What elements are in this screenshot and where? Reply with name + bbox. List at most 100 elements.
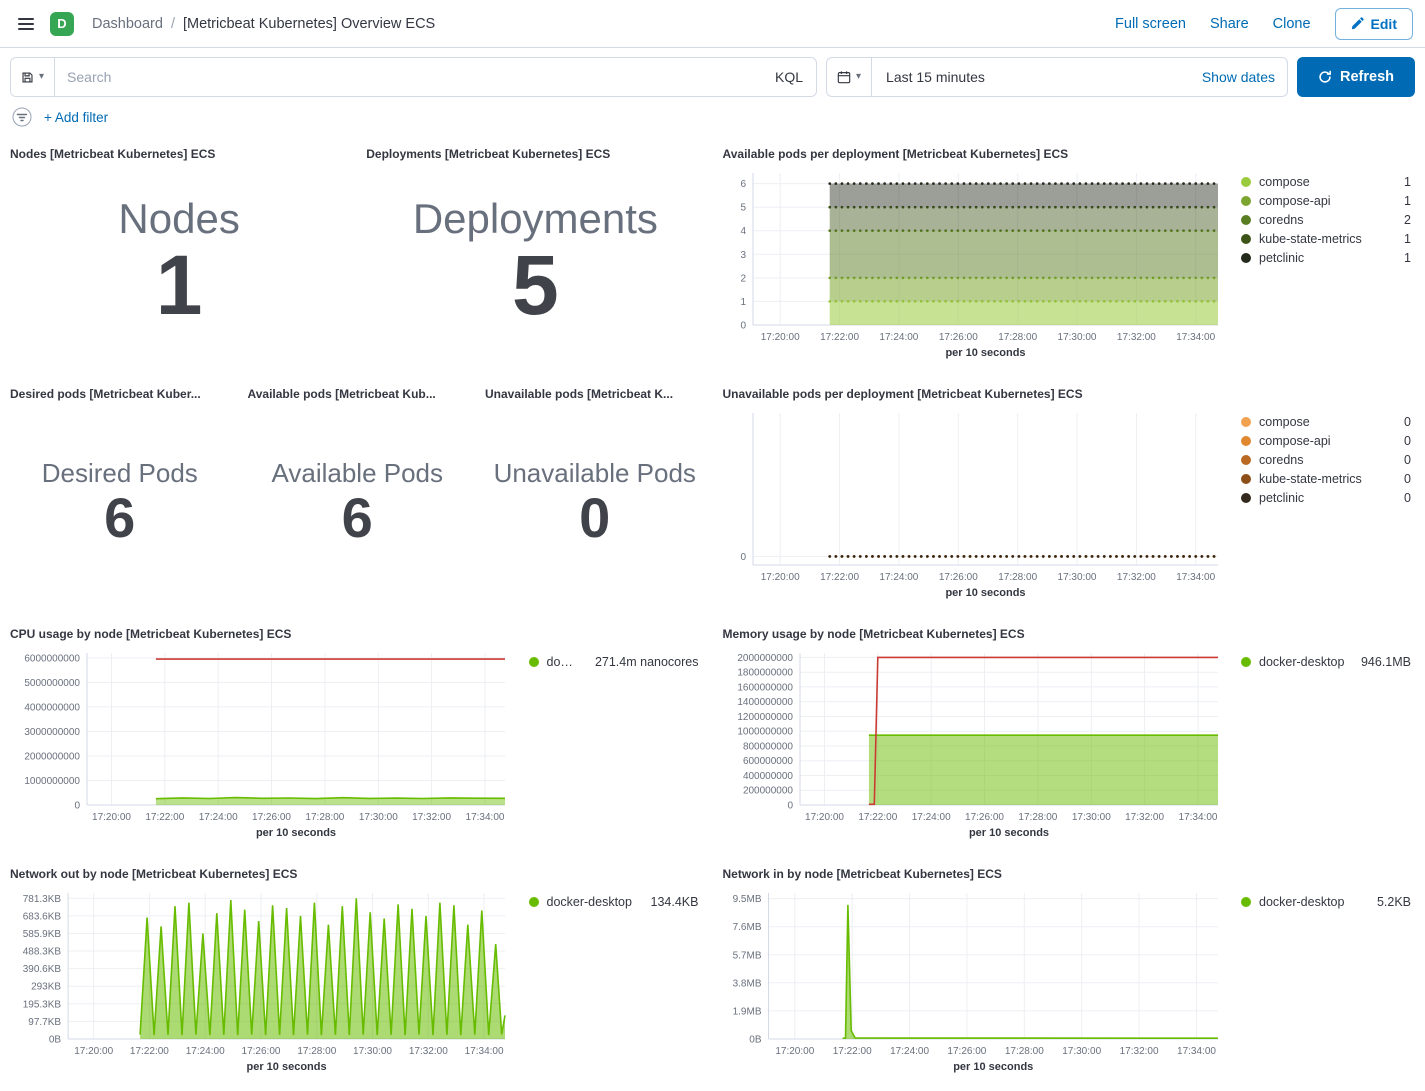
- svg-text:2000000000: 2000000000: [737, 653, 793, 664]
- svg-text:0: 0: [74, 801, 80, 812]
- svg-text:1600000000: 1600000000: [737, 682, 793, 693]
- legend-item-docker-desktop[interactable]: docker-desktop946.1MB: [1241, 655, 1411, 669]
- time-range-label[interactable]: Last 15 minutes: [872, 69, 999, 85]
- metric-value: 5: [512, 243, 559, 329]
- panel-title-available-pods-per-deployment[interactable]: Available pods per deployment [Metricbea…: [723, 145, 1418, 163]
- svg-text:683.6KB: 683.6KB: [23, 911, 62, 922]
- svg-text:per 10 seconds: per 10 seconds: [247, 1061, 327, 1073]
- nodes-metric: Nodes 1: [10, 163, 348, 377]
- full-screen-link[interactable]: Full screen: [1115, 16, 1186, 32]
- svg-text:17:34:00: 17:34:00: [1176, 572, 1215, 583]
- legend-series-name: compose-api: [1259, 194, 1331, 208]
- svg-text:17:26:00: 17:26:00: [242, 1046, 281, 1057]
- legend-item-docker-desktop[interactable]: docker-desktop5.2KB: [1241, 895, 1411, 909]
- svg-text:17:22:00: 17:22:00: [130, 1046, 169, 1057]
- share-link[interactable]: Share: [1210, 16, 1249, 32]
- legend-item-docker-desktop[interactable]: docker-desktop271.4m nanocores: [529, 655, 699, 669]
- unavailable-pods-per-deployment-chart: 17:20:0017:22:0017:24:0017:26:0017:28:00…: [723, 403, 1230, 601]
- svg-text:17:34:00: 17:34:00: [1176, 332, 1215, 343]
- panel-title-network-out[interactable]: Network out by node [Metricbeat Kubernet…: [10, 865, 705, 883]
- legend-item-petclinic[interactable]: petclinic0: [1241, 491, 1411, 505]
- legend-color-dot: [1241, 436, 1251, 446]
- chart-legend: compose1 compose-api 1 coredns 2 kube-state-m…: [1229, 163, 1417, 377]
- legend-color-dot: [1241, 455, 1251, 465]
- saved-query-button[interactable]: ▾: [11, 58, 55, 96]
- svg-text:17:22:00: 17:22:00: [820, 572, 859, 583]
- legend-series-name: compose-api: [1259, 434, 1331, 448]
- chart-svg: 17:20:0017:22:0017:24:0017:26:0017:28:00…: [10, 643, 517, 841]
- legend-series-name: compose: [1259, 175, 1310, 189]
- breadcrumb-dashboard[interactable]: Dashboard: [92, 16, 163, 32]
- deployments-metric: Deployments 5: [366, 163, 704, 377]
- panel-title-network-in[interactable]: Network in by node [Metricbeat Kubernete…: [723, 865, 1418, 883]
- legend-item-coredns[interactable]: coredns0: [1241, 453, 1411, 467]
- svg-text:17:26:00: 17:26:00: [252, 812, 291, 823]
- legend-item-compose[interactable]: compose1: [1241, 175, 1411, 189]
- legend-item-compose-api[interactable]: compose-api 1: [1241, 194, 1411, 208]
- panel-title-memory-usage[interactable]: Memory usage by node [Metricbeat Kuberne…: [723, 625, 1418, 643]
- legend-item-compose-api[interactable]: compose-api0: [1241, 434, 1411, 448]
- svg-text:17:20:00: 17:20:00: [74, 1046, 113, 1057]
- legend-color-dot: [529, 657, 539, 667]
- panel-title-cpu-usage[interactable]: CPU usage by node [Metricbeat Kubernetes…: [10, 625, 705, 643]
- legend-series-name: coredns: [1259, 213, 1303, 227]
- panel-deployments: Deployments [Metricbeat Kubernetes] ECS …: [356, 137, 712, 377]
- svg-text:400000000: 400000000: [742, 771, 792, 782]
- legend-item-petclinic[interactable]: petclinic1: [1241, 251, 1411, 265]
- edit-button-label: Edit: [1371, 16, 1397, 32]
- clone-link[interactable]: Clone: [1273, 16, 1311, 32]
- panel-title-unavailable-pods-per-deployment[interactable]: Unavailable pods per deployment [Metricb…: [723, 385, 1418, 403]
- legend-item-kube-state-metrics[interactable]: kube-state-metrics1: [1241, 232, 1411, 246]
- add-filter-link[interactable]: + Add filter: [44, 110, 108, 125]
- panel-title-available-pods[interactable]: Available pods [Metricbeat Kub...: [248, 385, 468, 403]
- dashboard-row-2: Desired pods [Metricbeat Kuber... Desire…: [0, 377, 1425, 617]
- svg-text:0B: 0B: [49, 1035, 62, 1046]
- svg-text:6: 6: [740, 179, 746, 190]
- desired-pods-metric: Desired Pods 6: [10, 403, 230, 617]
- legend-item-kube-state-metrics[interactable]: kube-state-metrics0: [1241, 472, 1411, 486]
- dashboard: Nodes [Metricbeat Kubernetes] ECS Nodes …: [0, 133, 1425, 1084]
- calendar-button[interactable]: ▾: [827, 58, 872, 96]
- svg-text:293KB: 293KB: [31, 982, 61, 993]
- legend-series-value: 5.2KB: [1369, 895, 1411, 909]
- menu-button[interactable]: [12, 11, 40, 37]
- panel-title-nodes[interactable]: Nodes [Metricbeat Kubernetes] ECS: [10, 145, 348, 163]
- legend-series-value: 134.4KB: [643, 895, 699, 909]
- legend-series-value: 1: [1396, 194, 1411, 208]
- legend-item-coredns[interactable]: coredns 2: [1241, 213, 1411, 227]
- panel-cpu-usage: CPU usage by node [Metricbeat Kubernetes…: [0, 617, 713, 857]
- legend-color-dot: [1241, 253, 1251, 263]
- header-actions: Full screen Share Clone Edit: [1115, 8, 1413, 40]
- svg-text:17:32:00: 17:32:00: [409, 1046, 448, 1057]
- legend-item-docker-desktop[interactable]: docker-desktop134.4KB: [529, 895, 699, 909]
- refresh-button[interactable]: Refresh: [1297, 57, 1415, 97]
- header: D Dashboard / [Metricbeat Kubernetes] Ov…: [0, 0, 1425, 48]
- panel-title-unavailable-pods[interactable]: Unavailable pods [Metricbeat K...: [485, 385, 705, 403]
- space-avatar[interactable]: D: [50, 12, 74, 36]
- edit-button[interactable]: Edit: [1335, 8, 1413, 40]
- legend-item-compose[interactable]: compose0: [1241, 415, 1411, 429]
- svg-text:17:20:00: 17:20:00: [775, 1046, 814, 1057]
- legend-series-value: 2: [1396, 213, 1411, 227]
- show-dates-link[interactable]: Show dates: [1190, 69, 1287, 85]
- dashboard-row-3: CPU usage by node [Metricbeat Kubernetes…: [0, 617, 1425, 857]
- metric-value: 1: [156, 243, 203, 329]
- legend-color-dot: [1241, 196, 1251, 206]
- filter-icon[interactable]: [12, 107, 32, 127]
- search-input[interactable]: [55, 58, 762, 96]
- svg-text:4000000000: 4000000000: [24, 702, 80, 713]
- metric-value: 0: [579, 489, 610, 546]
- svg-text:17:30:00: 17:30:00: [353, 1046, 392, 1057]
- panel-title-desired-pods[interactable]: Desired pods [Metricbeat Kuber...: [10, 385, 230, 403]
- svg-text:17:28:00: 17:28:00: [1018, 812, 1057, 823]
- panel-title-deployments[interactable]: Deployments [Metricbeat Kubernetes] ECS: [366, 145, 704, 163]
- svg-text:5000000000: 5000000000: [24, 678, 80, 689]
- dashboard-row-1: Nodes [Metricbeat Kubernetes] ECS Nodes …: [0, 137, 1425, 377]
- svg-text:5: 5: [740, 203, 746, 214]
- svg-text:17:24:00: 17:24:00: [890, 1046, 929, 1057]
- svg-text:17:22:00: 17:22:00: [832, 1046, 871, 1057]
- svg-text:1000000000: 1000000000: [24, 776, 80, 787]
- chart-area: 17:20:0017:22:0017:24:0017:26:0017:28:00…: [723, 643, 1418, 857]
- svg-text:488.3KB: 488.3KB: [23, 947, 62, 958]
- kql-selector[interactable]: KQL: [762, 58, 816, 96]
